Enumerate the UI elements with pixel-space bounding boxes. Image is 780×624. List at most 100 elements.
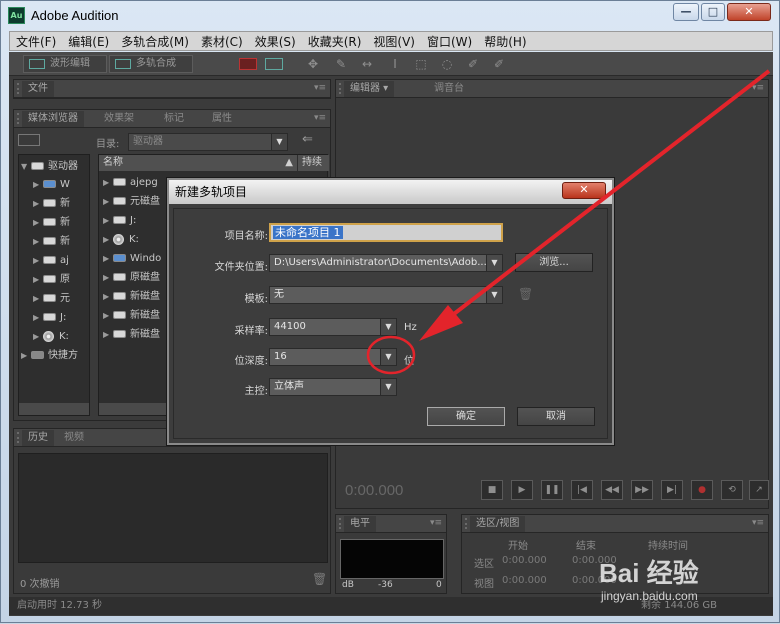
panel-grip-icon[interactable] <box>17 113 21 124</box>
list-item[interactable]: ▶ 元磁盘 <box>103 194 173 210</box>
goto-start-button[interactable]: |◀ <box>571 480 593 500</box>
tree-root-drives[interactable]: ▼ 驱动器 <box>21 159 91 175</box>
tree-scrollbar[interactable] <box>19 403 89 415</box>
hard-drive-icon <box>43 199 56 207</box>
tab-properties[interactable]: 属性 <box>206 111 238 127</box>
panel-menu-icon[interactable]: ▾≡ <box>752 518 764 528</box>
tab-markers[interactable]: 标记 <box>158 111 190 127</box>
samplerate-select[interactable]: 44100 ▼ <box>269 318 397 336</box>
slip-tool-icon[interactable]: ↔ <box>359 57 375 71</box>
fast-forward-button[interactable]: ▶▶ <box>631 480 653 500</box>
menu-clip[interactable]: 素材(C) <box>201 33 243 50</box>
spectral-pitch-icon[interactable] <box>265 58 283 70</box>
list-item[interactable]: ▶ Windo <box>103 251 173 267</box>
panel-grip-icon[interactable] <box>339 83 343 94</box>
menu-edit[interactable]: 编辑(E) <box>68 33 109 50</box>
waveform-mode-button[interactable]: 波形编辑 <box>23 55 107 73</box>
tab-history[interactable]: 历史 <box>22 430 54 446</box>
selection-start[interactable]: 0:00.000 <box>502 555 547 566</box>
name-column-header[interactable]: 名称 ▲ <box>99 155 297 171</box>
skip-button[interactable]: ↗ <box>749 480 769 500</box>
list-item[interactable]: ▶ J: <box>103 213 173 229</box>
cancel-button[interactable]: 取消 <box>517 407 595 426</box>
tree-item[interactable]: ▶ 新 <box>33 234 91 250</box>
tree-item[interactable]: ▶ 新 <box>33 196 91 212</box>
trash-icon[interactable]: 🗑 <box>312 572 327 586</box>
brush-tool-icon[interactable]: ✐ <box>465 57 481 71</box>
list-item[interactable]: ▶ ajepg <box>103 175 173 191</box>
tree-item[interactable]: ▶ 新 <box>33 215 91 231</box>
browse-button[interactable]: 浏览... <box>515 253 593 272</box>
stop-button[interactable]: ■ <box>481 480 503 500</box>
panel-menu-icon[interactable]: ▾≡ <box>314 83 326 93</box>
view-start[interactable]: 0:00.000 <box>502 575 547 586</box>
master-label: 主控: <box>244 386 268 397</box>
tab-editor[interactable]: 编辑器 ▾ <box>344 81 395 97</box>
tab-media-browser[interactable]: 媒体浏览器 <box>22 111 84 127</box>
project-name-input[interactable]: 未命名项目 1 <box>269 223 503 242</box>
rewind-button[interactable]: ◀◀ <box>601 480 623 500</box>
tree-item[interactable]: ▶ 原 <box>33 272 91 288</box>
minimize-button[interactable]: — <box>673 3 699 21</box>
time-selection-icon[interactable]: I <box>387 57 403 71</box>
maximize-button[interactable]: □ <box>701 3 725 21</box>
menu-view[interactable]: 视图(V) <box>373 33 415 50</box>
back-arrow-icon[interactable]: ⇐ <box>302 132 313 147</box>
tab-selection-view[interactable]: 选区/视图 <box>470 516 526 532</box>
pause-button[interactable]: ❚❚ <box>541 480 563 500</box>
list-item[interactable]: ▶ 原磁盘 <box>103 270 173 286</box>
tree-item[interactable]: ▶ W <box>33 177 91 193</box>
baidu-watermark: Bai 经验 jingyan.baidu.com <box>593 549 753 607</box>
dir-select[interactable]: 驱动器 ▼ <box>128 133 288 151</box>
tree-item[interactable]: ▶ K: <box>33 329 91 345</box>
tree-item[interactable]: ▶ aj <box>33 253 91 269</box>
menu-favorites[interactable]: 收藏夹(R) <box>308 33 362 50</box>
tab-level[interactable]: 电平 <box>344 516 376 532</box>
tab-effects-rack[interactable]: 效果架 <box>98 111 140 127</box>
list-item[interactable]: ▶ 新磁盘 <box>103 327 173 343</box>
trash-icon[interactable]: 🗑 <box>518 287 533 301</box>
menu-effects[interactable]: 效果(S) <box>255 33 296 50</box>
dialog-close-button[interactable]: ✕ <box>562 182 606 199</box>
tab-video[interactable]: 视频 <box>58 430 90 446</box>
razor-tool-icon[interactable]: ✎ <box>333 57 349 71</box>
menu-multitrack[interactable]: 多轨合成(M) <box>121 33 189 50</box>
spot-healing-icon[interactable]: ✐ <box>491 57 507 71</box>
menu-window[interactable]: 窗口(W) <box>427 33 472 50</box>
marquee-tool-icon[interactable]: ⬚ <box>413 57 429 71</box>
menu-file[interactable]: 文件(F) <box>16 33 56 50</box>
close-window-button[interactable]: ✕ <box>727 3 771 21</box>
drive-icon[interactable] <box>18 134 40 146</box>
panel-menu-icon[interactable]: ▾≡ <box>314 113 326 123</box>
multitrack-mode-button[interactable]: 多轨合成 <box>109 55 193 73</box>
panel-menu-icon[interactable]: ▾≡ <box>430 518 442 528</box>
play-button[interactable]: ▶ <box>511 480 533 500</box>
panel-grip-icon[interactable] <box>17 83 21 94</box>
list-item[interactable]: ▶ 新磁盘 <box>103 308 173 324</box>
master-select[interactable]: 立体声 ▼ <box>269 378 397 396</box>
files-panel: 文件 ▾≡ <box>13 79 331 99</box>
menu-help[interactable]: 帮助(H) <box>484 33 526 50</box>
tree-shortcuts[interactable]: ▶ 快捷方 <box>21 348 91 364</box>
goto-end-button[interactable]: ▶| <box>661 480 683 500</box>
record-button[interactable]: ● <box>691 480 713 500</box>
tab-files[interactable]: 文件 <box>22 81 54 97</box>
template-select[interactable]: 无 ▼ <box>269 286 503 304</box>
tab-mixer[interactable]: 调音台 <box>428 81 470 97</box>
panel-grip-icon[interactable] <box>17 432 21 443</box>
lasso-tool-icon[interactable]: ◌ <box>439 57 455 71</box>
duration-column-header[interactable]: 持续 <box>298 155 329 171</box>
panel-menu-icon[interactable]: ▾≡ <box>752 83 764 93</box>
spectral-frequency-icon[interactable] <box>239 58 257 70</box>
loop-button[interactable]: ⟲ <box>721 480 743 500</box>
panel-grip-icon[interactable] <box>465 518 469 529</box>
list-item[interactable]: ▶ K: <box>103 232 173 248</box>
list-item[interactable]: ▶ 新磁盘 <box>103 289 173 305</box>
move-tool-icon[interactable]: ✥ <box>305 57 321 71</box>
panel-grip-icon[interactable] <box>339 518 343 529</box>
bitdepth-select[interactable]: 16 ▼ <box>269 348 397 366</box>
ok-button[interactable]: 确定 <box>427 407 505 426</box>
tree-item[interactable]: ▶ 元 <box>33 291 91 307</box>
tree-item[interactable]: ▶ J: <box>33 310 91 326</box>
folder-select[interactable]: D:\Users\Administrator\Documents\Adob...… <box>269 254 503 272</box>
